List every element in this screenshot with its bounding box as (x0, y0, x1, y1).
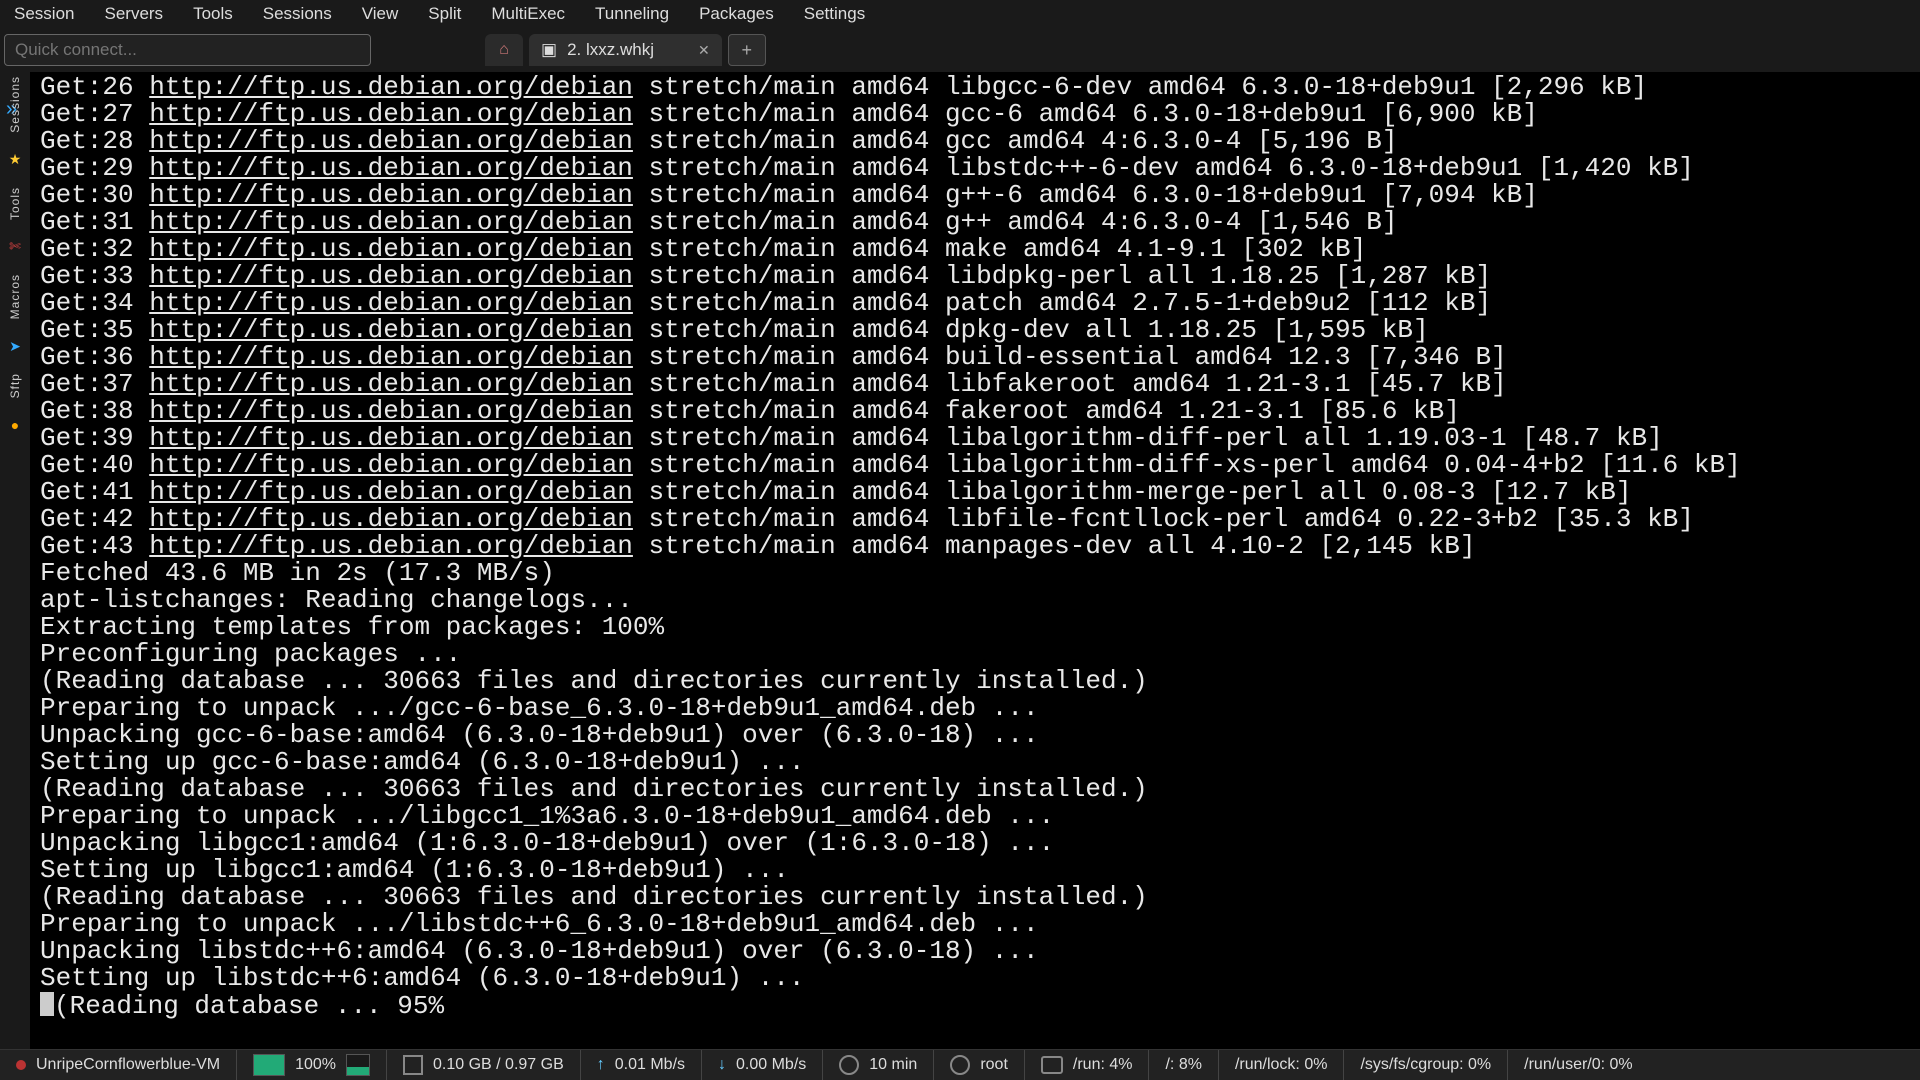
status-uptime: 10 min (823, 1050, 934, 1080)
download-icon: ↓ (718, 1056, 726, 1074)
status-run-label: /run: 4% (1073, 1056, 1133, 1074)
menu-item-servers[interactable]: Servers (98, 2, 169, 26)
memory-icon (403, 1055, 423, 1075)
status-disk-run: /run: 4% (1025, 1050, 1150, 1080)
menu-item-tools[interactable]: Tools (187, 2, 239, 26)
send-icon[interactable]: ➤ (6, 337, 24, 355)
status-disk-cgroup: /sys/fs/cgroup: 0% (1344, 1050, 1508, 1080)
terminal-output[interactable]: Get:26 http://ftp.us.debian.org/debian s… (30, 72, 1920, 1052)
status-disk-root: /: 8% (1149, 1050, 1218, 1080)
cpu-bar-icon (253, 1054, 285, 1076)
status-bar: UnripeCornflowerblue-VM 100% 0.10 GB / 0… (0, 1049, 1920, 1080)
status-user-label: root (980, 1056, 1008, 1074)
star-icon[interactable]: ★ (6, 151, 24, 169)
tab-label: 2. lxxz.whkj (567, 40, 654, 60)
status-cpu-label: 100% (295, 1056, 336, 1074)
menu-item-sessions[interactable]: Sessions (257, 2, 338, 26)
status-uptime-label: 10 min (869, 1056, 917, 1074)
status-net-down: ↓ 0.00 Mb/s (702, 1050, 823, 1080)
status-cpu: 100% (237, 1050, 387, 1080)
menu-item-tunneling[interactable]: Tunneling (589, 2, 675, 26)
sidebar-item-sessions[interactable]: Sessions (8, 76, 22, 133)
menu-item-split[interactable]: Split (422, 2, 467, 26)
status-runlock-label: /run/lock: 0% (1235, 1056, 1327, 1074)
toolbar-row: ⌂ ▣ 2. lxxz.whkj ✕ + (0, 32, 1920, 72)
new-tab-button[interactable]: + (728, 34, 766, 66)
dot-icon[interactable]: ● (6, 416, 24, 434)
record-icon (16, 1060, 26, 1070)
cpu-graph-icon (346, 1054, 370, 1076)
status-user: root (934, 1050, 1025, 1080)
status-runuser-label: /run/user/0: 0% (1524, 1056, 1633, 1074)
status-mem-label: 0.10 GB / 0.97 GB (433, 1056, 564, 1074)
quick-connect-input[interactable] (4, 34, 371, 66)
menu-item-settings[interactable]: Settings (798, 2, 871, 26)
status-rootfs-label: /: 8% (1165, 1056, 1201, 1074)
session-tab-active[interactable]: ▣ 2. lxxz.whkj ✕ (529, 34, 722, 66)
plus-icon: + (741, 40, 752, 61)
menu-item-packages[interactable]: Packages (693, 2, 780, 26)
clock-icon (839, 1055, 859, 1075)
disk-icon (1041, 1056, 1063, 1074)
sidebar-item-macros[interactable]: Macros (8, 274, 22, 319)
status-disk-runlock: /run/lock: 0% (1219, 1050, 1344, 1080)
status-net-up: ↑ 0.01 Mb/s (581, 1050, 702, 1080)
menu-item-view[interactable]: View (356, 2, 405, 26)
status-netdn-label: 0.00 Mb/s (736, 1056, 806, 1074)
menu-item-session[interactable]: Session (8, 2, 80, 26)
user-icon (950, 1055, 970, 1075)
sidebar-item-tools[interactable]: Tools (8, 187, 22, 220)
close-icon[interactable]: ✕ (698, 42, 710, 59)
status-mem: 0.10 GB / 0.97 GB (387, 1050, 581, 1080)
upload-icon: ↑ (597, 1056, 605, 1074)
left-sidebar: Sessions ★ Tools ✄ Macros ➤ Sftp ● (0, 72, 30, 1052)
home-icon: ⌂ (499, 41, 509, 59)
terminal-icon: ▣ (541, 40, 557, 60)
knife-icon[interactable]: ✄ (6, 238, 24, 256)
tab-strip: ⌂ ▣ 2. lxxz.whkj ✕ + (485, 34, 766, 66)
menu-item-multiexec[interactable]: MultiExec (485, 2, 571, 26)
status-cgroup-label: /sys/fs/cgroup: 0% (1360, 1056, 1491, 1074)
sidebar-item-sftp[interactable]: Sftp (8, 373, 22, 398)
status-host: UnripeCornflowerblue-VM (0, 1050, 237, 1080)
home-tab[interactable]: ⌂ (485, 34, 523, 66)
status-disk-runuser: /run/user/0: 0% (1508, 1050, 1649, 1080)
status-host-label: UnripeCornflowerblue-VM (36, 1056, 220, 1074)
menubar: Session Servers Tools Sessions View Split Mult… (0, 0, 1920, 32)
status-netup-label: 0.01 Mb/s (615, 1056, 685, 1074)
